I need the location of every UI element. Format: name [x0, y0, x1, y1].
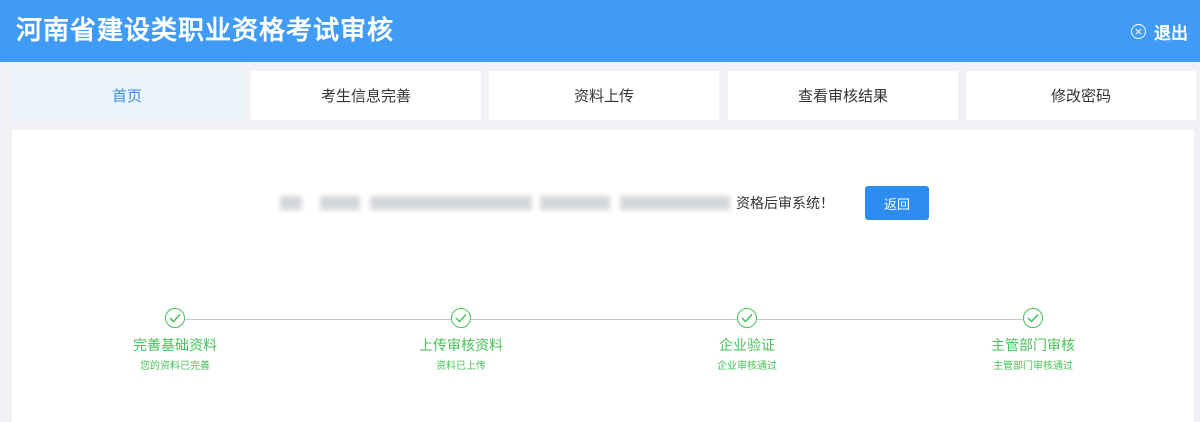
- tab-review-results[interactable]: 查看审核结果: [728, 71, 958, 120]
- tab-home[interactable]: 首页: [12, 71, 242, 120]
- message-suffix: 资格后审系统！: [736, 196, 834, 212]
- close-circle-icon: ×: [1131, 23, 1146, 39]
- step-complete-basic-info: 完善基础资料 您的资料已完善: [105, 308, 245, 373]
- step-upload-review-materials: 上传审核资料 资料已上传: [391, 308, 531, 373]
- check-icon: [1023, 308, 1043, 328]
- welcome-message: 资格后审系统！: [280, 187, 834, 219]
- step-authority-review: 主管部门审核 主管部门审核通过: [963, 308, 1103, 373]
- redacted-text: [280, 196, 302, 210]
- app-title: 河南省建设类职业资格考试审核: [16, 16, 395, 46]
- tab-upload[interactable]: 资料上传: [489, 71, 719, 120]
- logout-label: 退出: [1154, 23, 1188, 44]
- redacted-text: [370, 196, 532, 210]
- step-label: 企业验证: [719, 338, 775, 354]
- step-status: 企业审核通过: [717, 361, 777, 372]
- main-nav: 首页 考生信息完善 资料上传 查看审核结果 修改密码: [12, 71, 1196, 120]
- step-label: 上传审核资料: [419, 338, 503, 354]
- step-label: 主管部门审核: [991, 338, 1075, 354]
- step-company-verification: 企业验证 企业审核通过: [677, 308, 817, 373]
- step-label: 完善基础资料: [133, 338, 217, 354]
- app-header: 河南省建设类职业资格考试审核 × 退出: [0, 0, 1200, 62]
- check-icon: [451, 308, 471, 328]
- check-icon: [165, 308, 185, 328]
- steps-connector: [175, 319, 1033, 320]
- check-icon: [737, 308, 757, 328]
- tab-change-password[interactable]: 修改密码: [966, 71, 1196, 120]
- back-button[interactable]: 返回: [865, 186, 929, 220]
- redacted-text: [620, 196, 730, 210]
- content-panel: 资格后审系统！ 返回 完善基础资料 您的资料已完善 上传审核资料 资料已上传 企…: [12, 130, 1194, 422]
- step-status: 资料已上传: [436, 361, 486, 372]
- tab-candidate-info[interactable]: 考生信息完善: [251, 71, 481, 120]
- redacted-text: [540, 196, 610, 210]
- step-status: 您的资料已完善: [140, 361, 210, 372]
- step-status: 主管部门审核通过: [993, 361, 1073, 372]
- redacted-text: [320, 196, 360, 210]
- logout-button[interactable]: × 退出: [1131, 18, 1188, 44]
